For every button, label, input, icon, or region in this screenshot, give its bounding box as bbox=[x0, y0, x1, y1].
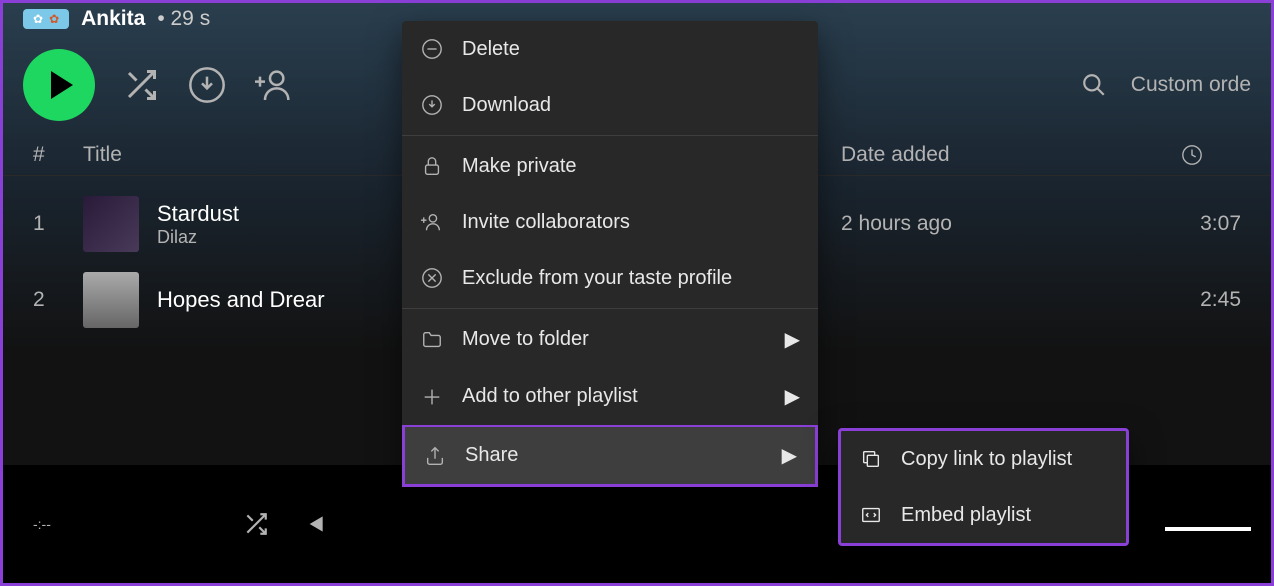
player-time: -:-- bbox=[33, 516, 51, 532]
chevron-right-icon: ▶ bbox=[785, 327, 800, 352]
player-shuffle-icon[interactable] bbox=[243, 511, 269, 537]
album-art bbox=[83, 272, 139, 328]
copy-icon bbox=[859, 447, 883, 471]
progress-bar[interactable] bbox=[1165, 527, 1251, 531]
folder-icon bbox=[420, 328, 444, 352]
profile-badge: ✿✿ bbox=[23, 9, 69, 29]
code-icon bbox=[859, 503, 883, 527]
col-date[interactable]: Date added bbox=[841, 143, 1181, 167]
submenu-embed[interactable]: Embed playlist bbox=[841, 487, 1126, 543]
menu-move-folder[interactable]: Move to folder ▶ bbox=[402, 311, 818, 368]
sort-button[interactable]: Custom orde bbox=[1131, 73, 1251, 97]
playlist-meta: • 29 s bbox=[157, 7, 210, 31]
album-art bbox=[83, 196, 139, 252]
col-number: # bbox=[33, 143, 83, 167]
col-duration[interactable] bbox=[1181, 144, 1241, 166]
menu-make-private[interactable]: Make private bbox=[402, 138, 818, 194]
search-icon[interactable] bbox=[1081, 72, 1107, 98]
menu-add-playlist[interactable]: Add to other playlist ▶ bbox=[402, 368, 818, 425]
playlist-owner[interactable]: Ankita bbox=[81, 7, 145, 31]
track-duration: 3:07 bbox=[1181, 212, 1241, 236]
menu-exclude-taste[interactable]: Exclude from your taste profile bbox=[402, 250, 818, 306]
share-icon bbox=[423, 444, 447, 468]
shuffle-icon[interactable] bbox=[123, 67, 159, 103]
menu-delete[interactable]: Delete bbox=[402, 21, 818, 77]
lock-icon bbox=[420, 154, 444, 178]
chevron-right-icon: ▶ bbox=[785, 384, 800, 409]
plus-icon bbox=[420, 385, 444, 409]
chevron-right-icon: ▶ bbox=[782, 443, 797, 468]
share-submenu: Copy link to playlist Embed playlist bbox=[838, 428, 1129, 546]
menu-invite-collaborators[interactable]: Invite collaborators bbox=[402, 194, 818, 250]
minus-circle-icon bbox=[420, 37, 444, 61]
x-circle-icon bbox=[420, 266, 444, 290]
submenu-copy-link[interactable]: Copy link to playlist bbox=[841, 431, 1126, 487]
player-prev-icon[interactable] bbox=[301, 511, 327, 537]
download-icon[interactable] bbox=[187, 65, 227, 105]
track-duration: 2:45 bbox=[1181, 288, 1241, 312]
download-circle-icon bbox=[420, 93, 444, 117]
user-plus-icon bbox=[420, 210, 444, 234]
menu-download[interactable]: Download bbox=[402, 77, 818, 133]
invite-user-icon[interactable] bbox=[255, 65, 295, 105]
play-button[interactable] bbox=[23, 49, 95, 121]
track-date: 2 hours ago bbox=[841, 212, 1181, 236]
context-menu: Delete Download Make private Invite coll… bbox=[402, 21, 818, 487]
menu-share[interactable]: Share ▶ bbox=[402, 425, 818, 487]
